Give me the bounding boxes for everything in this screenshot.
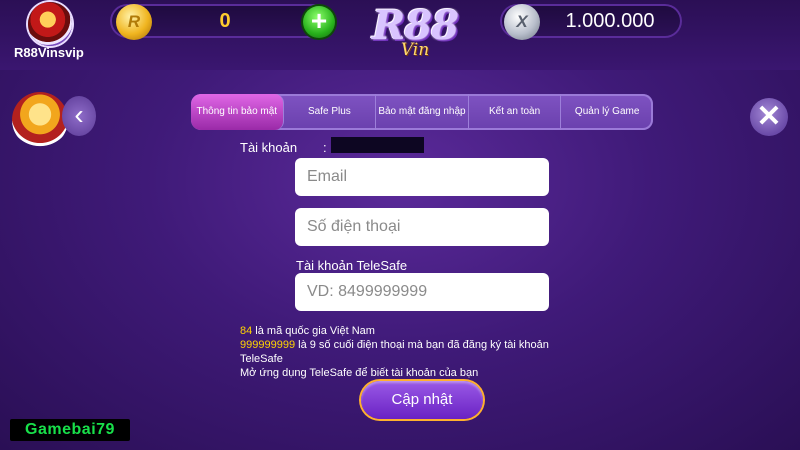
silver-balance: 1.000.000: [565, 10, 655, 32]
r88-logo: R88 Vin: [372, 2, 459, 61]
telesafe-field[interactable]: [295, 273, 549, 311]
trophy-icon[interactable]: [12, 92, 68, 148]
gold-balance: 0: [219, 10, 231, 32]
note-line-3: Mở ứng dụng TeleSafe để biết tài khoản c…: [240, 367, 479, 379]
tab-login-security[interactable]: Bảo mật đăng nhập: [376, 94, 469, 130]
security-tabs: Thông tin bảo mật Safe Plus Bảo mật đăng…: [191, 94, 653, 130]
watermark-logo: Gamebai79: [10, 419, 130, 441]
help-notes: 84 là mã quốc gia Việt Nam 999999999 là …: [240, 324, 570, 380]
close-button[interactable]: ✕: [750, 98, 788, 136]
tab-safe-plus[interactable]: Safe Plus: [284, 94, 377, 130]
telesafe-label: Tài khoản TeleSafe: [296, 258, 408, 273]
add-gold-button[interactable]: +: [303, 6, 335, 38]
silver-coin-icon: X: [504, 4, 540, 40]
account-label: Tài khoản: [240, 140, 298, 155]
tab-game-management[interactable]: Quản lý Game: [561, 94, 653, 130]
account-colon: :: [323, 140, 327, 155]
tab-security-info[interactable]: Thông tin bảo mật: [191, 94, 284, 130]
note-line-1: là mã quốc gia Việt Nam: [252, 325, 375, 337]
phone-example: 999999999: [240, 339, 296, 351]
tab-safe-box[interactable]: Kết an toàn: [469, 94, 562, 130]
country-code: 84: [240, 325, 253, 337]
email-field[interactable]: [295, 158, 549, 196]
phone-field[interactable]: [295, 208, 549, 246]
username: R88Vinsvip: [14, 45, 84, 60]
avatar[interactable]: [28, 2, 72, 46]
back-arrow-button[interactable]: ‹: [62, 96, 96, 136]
update-button[interactable]: Cập nhật: [361, 381, 483, 419]
account-value-redacted: [331, 137, 424, 153]
gold-coin-icon: R: [116, 4, 152, 40]
